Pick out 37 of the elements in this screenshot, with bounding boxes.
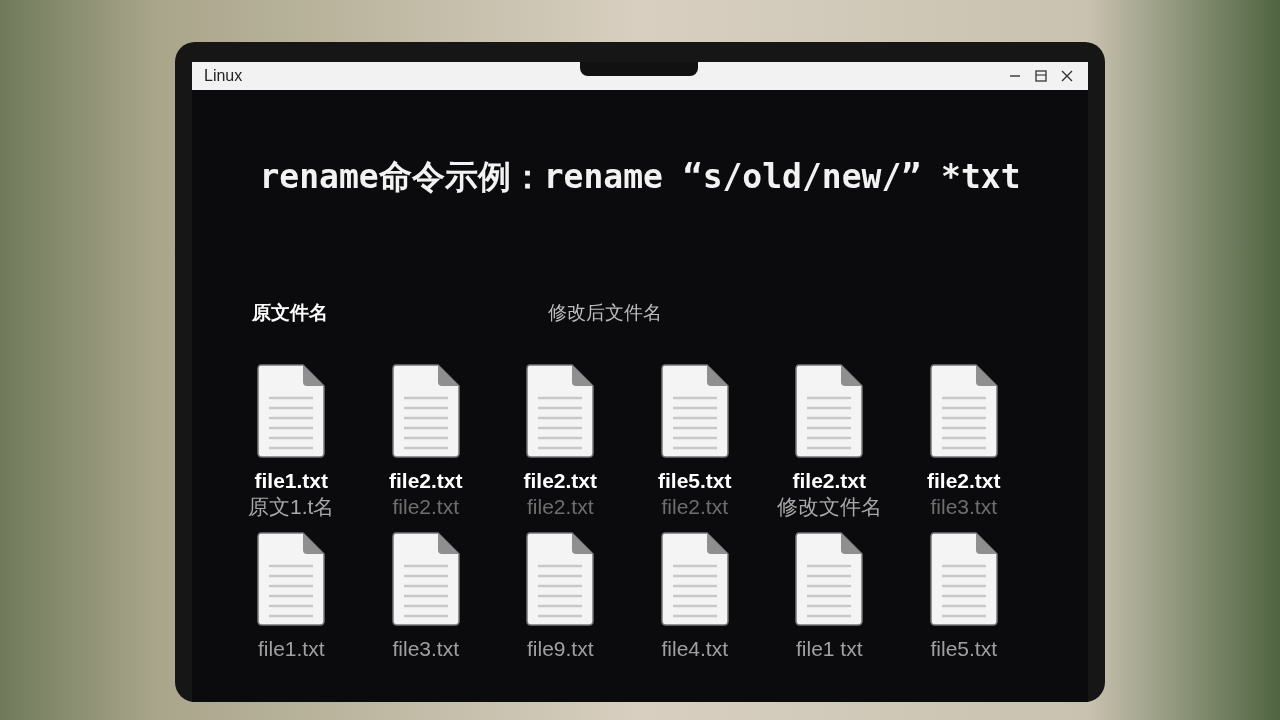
- document-icon: [526, 364, 595, 458]
- heading: rename命令示例：rename “s/old/new/” *txt: [258, 156, 1022, 198]
- file-name: file2.txt: [792, 468, 866, 494]
- document-icon: [660, 364, 729, 458]
- document-icon: [795, 364, 864, 458]
- document-icon: [929, 532, 998, 626]
- file-name: file5.txt: [658, 468, 732, 494]
- window-title: Linux: [204, 66, 243, 86]
- file-name: file2.txt: [523, 468, 597, 494]
- column-label: 修改后文件名: [548, 299, 662, 325]
- document-icon: [257, 364, 326, 458]
- column-label: 原文件名: [252, 299, 328, 325]
- document-icon: [391, 532, 460, 626]
- file-name: file1.txt: [254, 468, 328, 494]
- document-icon: [795, 532, 864, 626]
- document-icon: [391, 364, 460, 458]
- renamed-file-name: file3.txt: [930, 494, 997, 520]
- file-name: file2.txt: [927, 468, 1001, 494]
- file-name: file1 txt: [796, 636, 863, 662]
- file-name: file1.txt: [258, 636, 325, 662]
- file-name: file2.txt: [389, 468, 463, 494]
- renamed-file-name: 修改文件名: [776, 494, 882, 520]
- renamed-file-name: file2.txt: [392, 494, 459, 520]
- file-name: file4.txt: [661, 636, 728, 662]
- file-name: file5.txt: [930, 636, 997, 662]
- document-icon: [257, 532, 326, 626]
- maximize-icon: [1035, 70, 1047, 82]
- close-icon: [1061, 70, 1073, 82]
- document-icon: [660, 532, 729, 626]
- file-name: file3.txt: [392, 636, 459, 662]
- renamed-file-name: file2.txt: [661, 494, 728, 520]
- file-name: file9.txt: [527, 636, 594, 662]
- document-icon: [929, 364, 998, 458]
- maximize-button[interactable]: [1032, 67, 1050, 85]
- renamed-file-name: 原文1.t名: [248, 494, 335, 520]
- document-icon: [526, 532, 595, 626]
- renamed-file-name: file2.txt: [527, 494, 594, 520]
